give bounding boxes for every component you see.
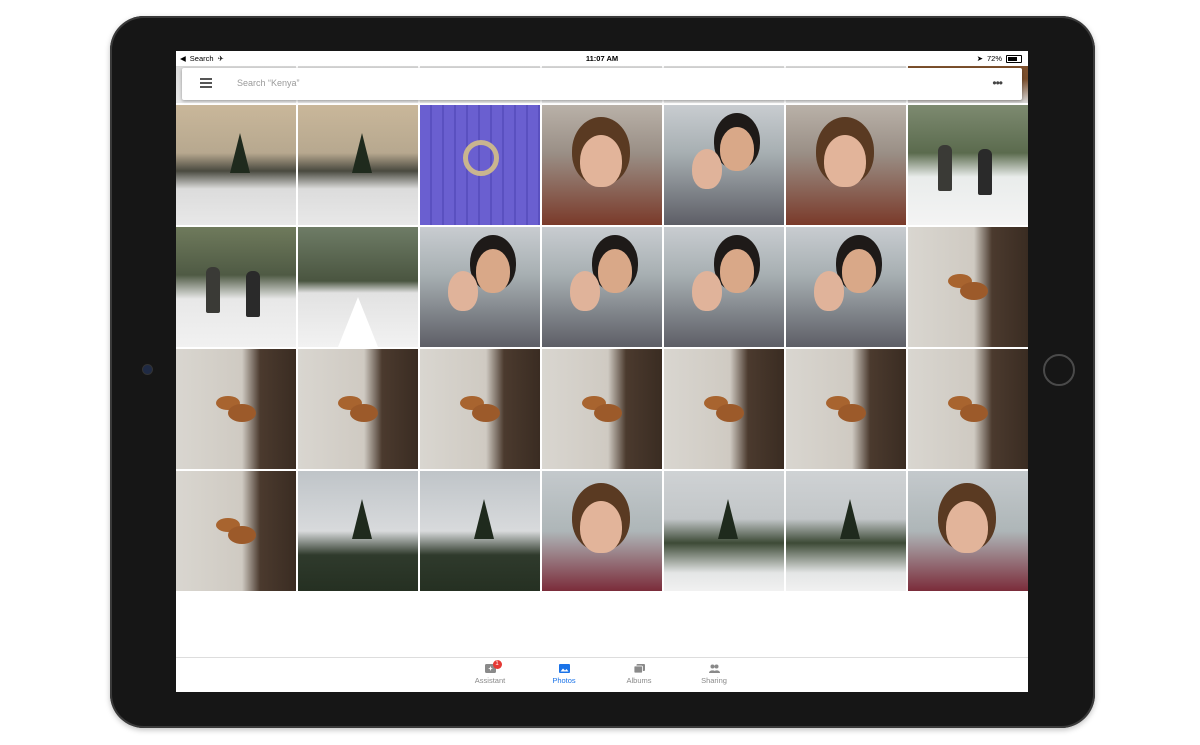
blue-door-wreath-subject — [463, 140, 499, 176]
couple-selfie-subject — [476, 249, 510, 293]
camera — [143, 365, 152, 374]
photo-thumbnail-forest-snow[interactable] — [664, 471, 784, 591]
photo-thumbnail-lake-winter[interactable] — [176, 105, 296, 225]
photo-thumbnail-squirrel[interactable] — [786, 349, 906, 469]
menu-icon[interactable] — [200, 78, 212, 88]
photo-thumbnail-people-snow[interactable] — [176, 227, 296, 347]
tab-photos-label: Photos — [552, 676, 576, 685]
tab-albums-label: Albums — [626, 676, 652, 685]
woman-selfie-subject — [580, 135, 622, 187]
squirrel-subject — [960, 404, 988, 422]
lake-winter-subject — [352, 133, 372, 173]
people-field-subject — [938, 145, 952, 191]
tab-assistant-label: Assistant — [474, 676, 506, 685]
squirrel-subject — [228, 404, 256, 422]
photo-thumbnail-couple-selfie[interactable] — [664, 227, 784, 347]
status-bar: ◀ Search ✈ 11:07 AM ➤ 72% — [176, 51, 1028, 66]
couple-selfie-subject — [598, 249, 632, 293]
trees-sky-subject — [474, 499, 494, 539]
trees-sky-subject — [352, 499, 372, 539]
photo-thumbnail-blue-door-wreath[interactable] — [420, 105, 540, 225]
photo-thumbnail-couple-selfie[interactable] — [420, 227, 540, 347]
battery-percent: 72% — [986, 54, 1002, 63]
squirrel-subject — [350, 404, 378, 422]
clock: 11:07 AM — [585, 54, 619, 63]
photo-thumbnail-woman-portrait[interactable] — [542, 471, 662, 591]
photo-thumbnail-trees-sky[interactable] — [420, 471, 540, 591]
photo-thumbnail-people-field[interactable] — [908, 105, 1028, 225]
tab-assistant[interactable]: 1 Assistant — [465, 660, 515, 685]
tab-photos[interactable]: Photos — [539, 664, 589, 685]
photo-thumbnail-woman-selfie[interactable] — [542, 105, 662, 225]
couple-selfie-subject — [720, 249, 754, 293]
screen: ◀ Search ✈ 11:07 AM ➤ 72% Search “Kenya”… — [176, 51, 1028, 692]
woman-selfie-subject — [824, 135, 866, 187]
photo-thumbnail-woman-selfie[interactable] — [786, 105, 906, 225]
bottom-navigation: 1 Assistant Photos Albums Sharing — [176, 657, 1028, 692]
photo-thumbnail-squirrel[interactable] — [908, 227, 1028, 347]
albums-icon — [633, 664, 645, 674]
home-button[interactable] — [1043, 354, 1075, 386]
forest-snow-subject — [840, 499, 860, 539]
woman-portrait-subject — [580, 501, 622, 553]
photo-thumbnail-couple-selfie[interactable] — [786, 227, 906, 347]
photo-thumbnail-squirrel[interactable] — [176, 349, 296, 469]
photo-thumbnail-couple-selfie[interactable] — [542, 227, 662, 347]
squirrel-subject — [716, 404, 744, 422]
search-input[interactable]: Search “Kenya” — [237, 78, 300, 88]
photo-grid — [176, 51, 1028, 591]
sharing-icon — [708, 664, 720, 673]
couple-selfie-subject — [720, 127, 754, 171]
people-snow-subject — [206, 267, 220, 313]
assistant-badge: 1 — [492, 660, 502, 669]
photo-thumbnail-squirrel[interactable] — [420, 349, 540, 469]
tab-sharing-label: Sharing — [701, 676, 727, 685]
snow-bridge-subject — [338, 297, 378, 347]
squirrel-subject — [228, 526, 256, 544]
photo-thumbnail-forest-snow[interactable] — [786, 471, 906, 591]
battery-icon — [1006, 54, 1022, 63]
photo-thumbnail-trees-sky[interactable] — [298, 471, 418, 591]
photo-thumbnail-squirrel[interactable] — [176, 471, 296, 591]
squirrel-subject — [960, 282, 988, 300]
photo-thumbnail-squirrel[interactable] — [298, 349, 418, 469]
more-options-icon[interactable]: ••• — [992, 76, 1003, 90]
photo-thumbnail-snow-bridge[interactable] — [298, 227, 418, 347]
assistant-icon: 1 — [484, 660, 502, 673]
forest-snow-subject — [718, 499, 738, 539]
photo-thumbnail-couple-selfie[interactable] — [664, 105, 784, 225]
search-bar[interactable]: Search “Kenya” ••• — [182, 68, 1022, 100]
photo-thumbnail-squirrel[interactable] — [664, 349, 784, 469]
lake-winter-subject — [230, 133, 250, 173]
couple-selfie-subject — [842, 249, 876, 293]
squirrel-subject — [594, 404, 622, 422]
location-icon: ➤ — [976, 54, 983, 63]
squirrel-subject — [472, 404, 500, 422]
tab-albums[interactable]: Albums — [614, 664, 664, 685]
photo-thumbnail-squirrel[interactable] — [542, 349, 662, 469]
photo-thumbnail-squirrel[interactable] — [908, 349, 1028, 469]
photos-icon — [558, 664, 570, 673]
woman-portrait-subject — [946, 501, 988, 553]
tab-sharing[interactable]: Sharing — [689, 664, 739, 685]
photo-thumbnail-woman-portrait[interactable] — [908, 471, 1028, 591]
squirrel-subject — [838, 404, 866, 422]
photo-thumbnail-lake-winter[interactable] — [298, 105, 418, 225]
